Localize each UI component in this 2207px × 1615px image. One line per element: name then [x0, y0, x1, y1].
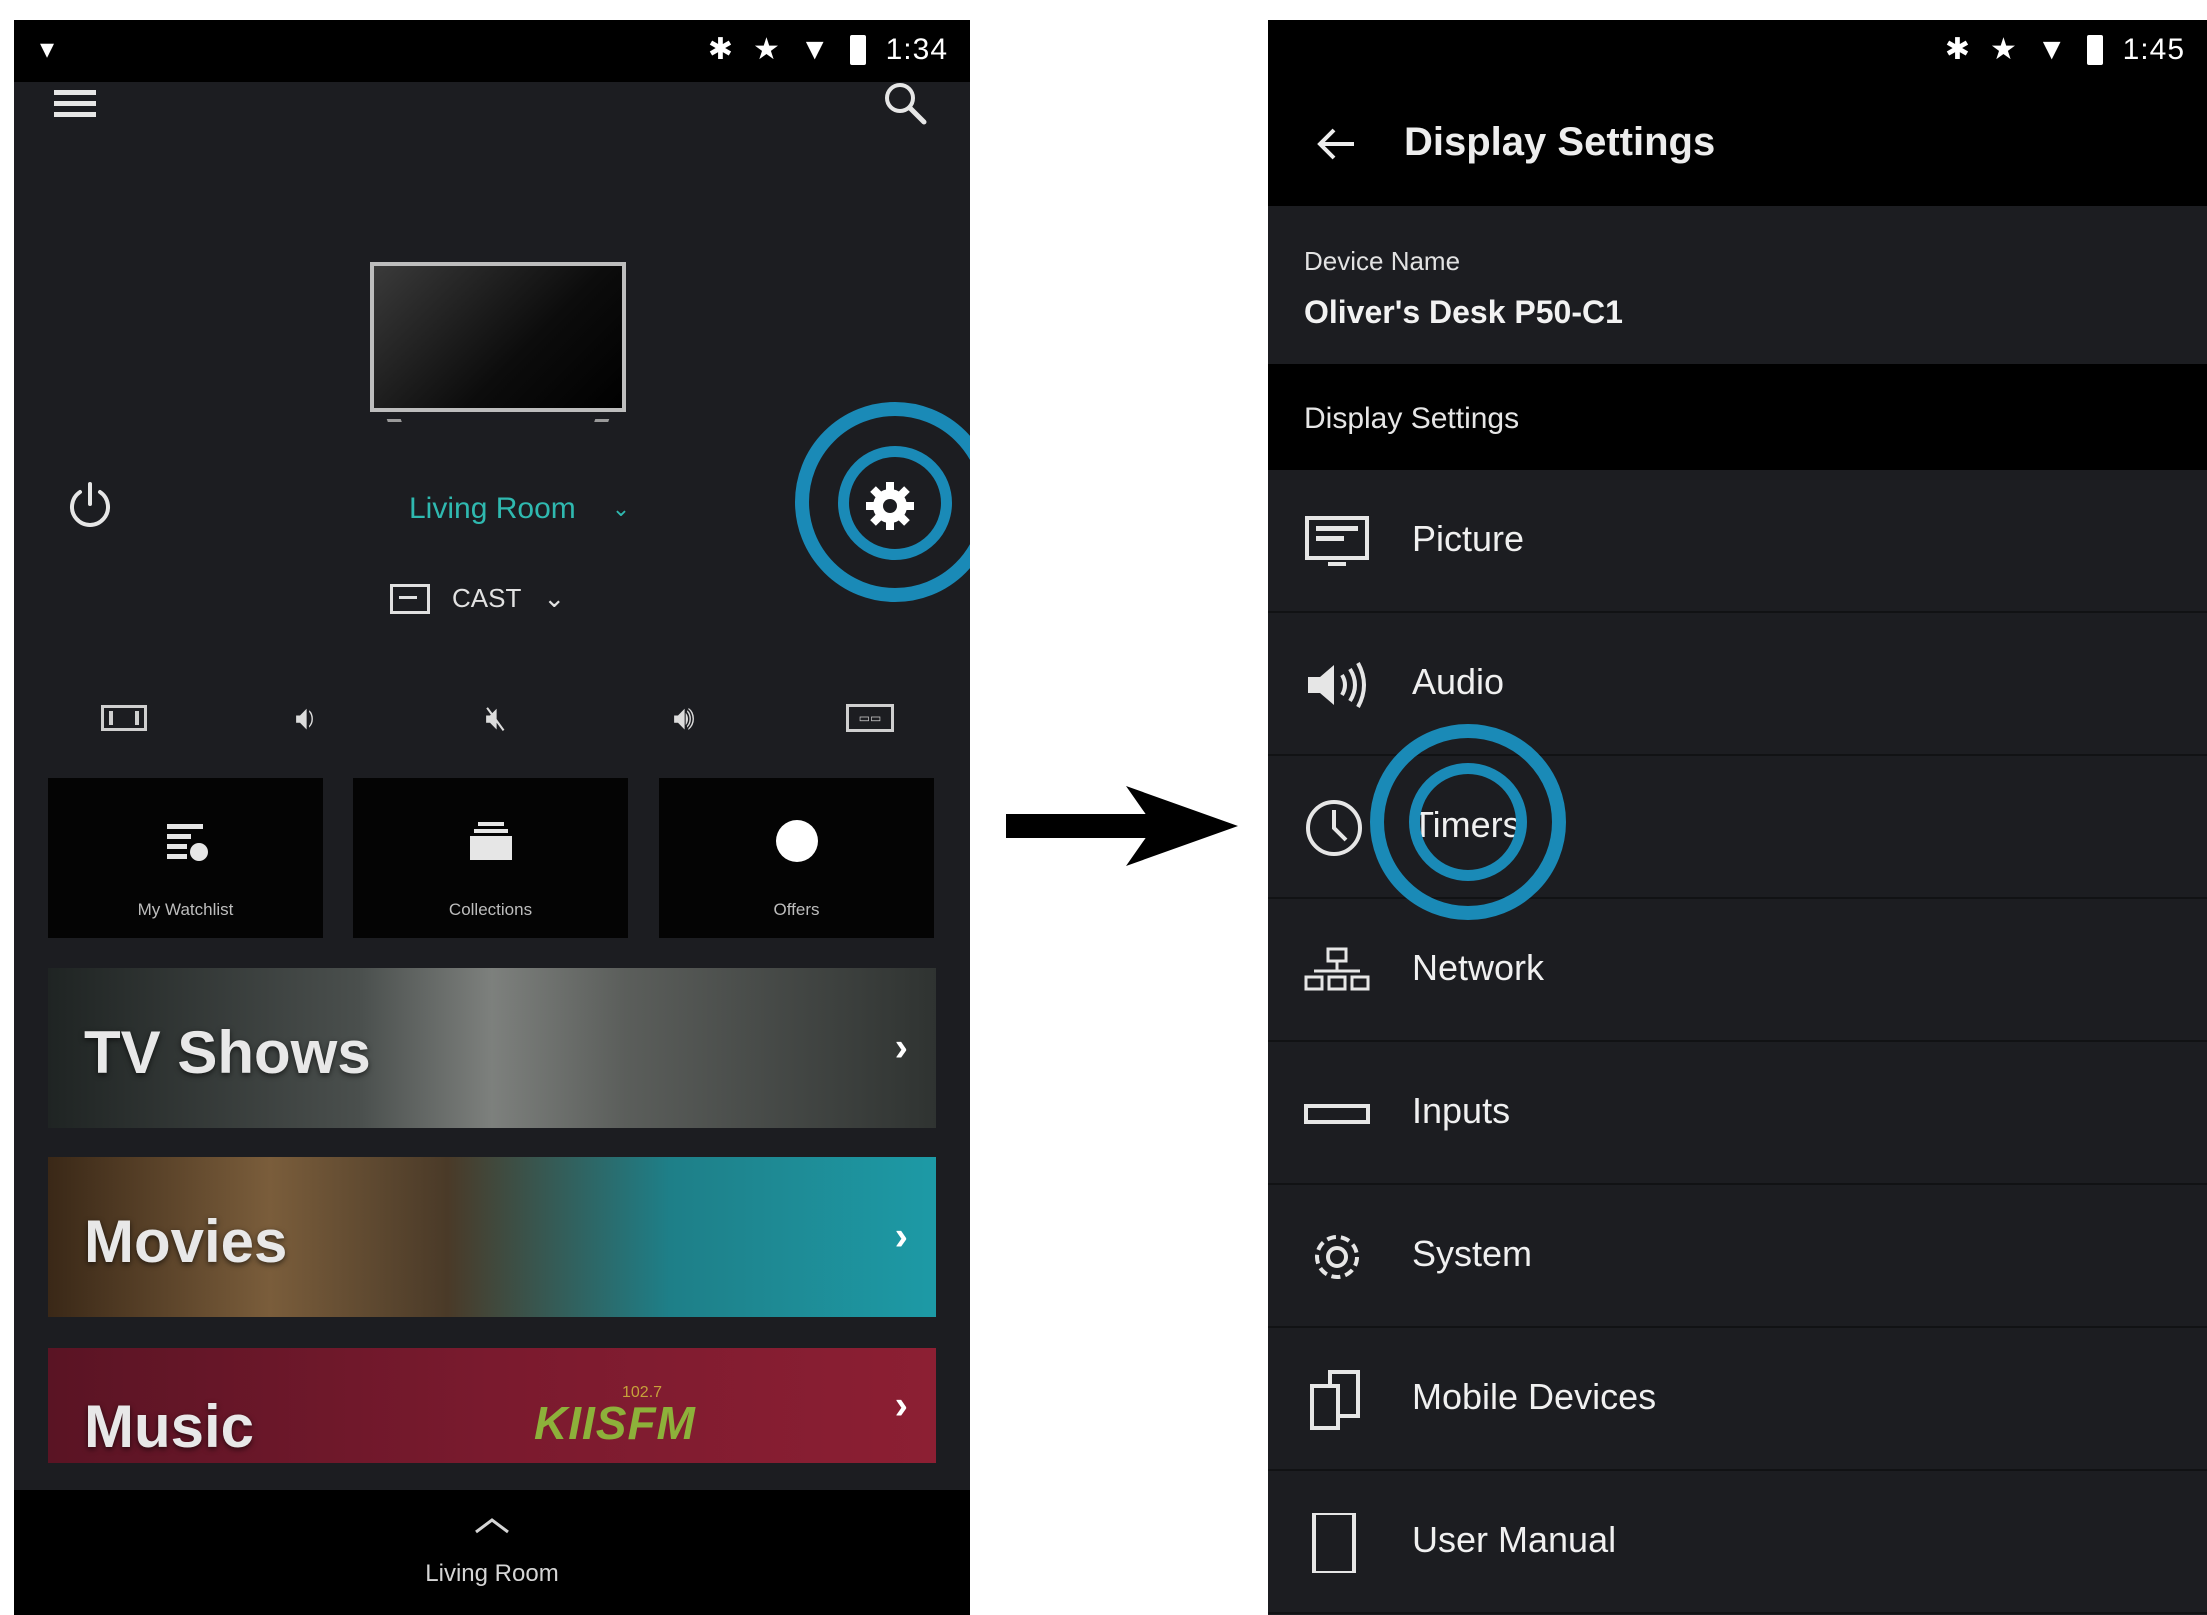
- tv-stand: [594, 412, 612, 422]
- phone-screen-display-settings: ✱ ★ ▼ 1:45 Display Settings Device Name …: [1268, 20, 2207, 1615]
- back-arrow-icon[interactable]: [1314, 122, 1358, 166]
- phone-screen-home: ▾ ✱ ★ ▼ 1:34 Living Room ⌄ CAST ⌄ 🔉︎ 🔇︎ …: [14, 20, 970, 1615]
- collections-icon: [469, 822, 512, 860]
- search-icon[interactable]: [880, 78, 928, 126]
- tile-label: My Watchlist: [137, 900, 234, 919]
- closed-captions-icon: ▭▭: [846, 704, 894, 732]
- offers-icon: [775, 820, 818, 862]
- bluetooth-icon: ✱: [707, 33, 733, 66]
- arrow-right-icon: [1006, 786, 1238, 866]
- bluetooth-icon: ✱: [1944, 33, 1970, 66]
- clock-icon: [1306, 800, 1362, 856]
- audio-icon: [1308, 662, 1366, 708]
- radio-logo: KIISFM: [534, 1397, 696, 1449]
- settings-item-network[interactable]: Network: [1268, 899, 2207, 1042]
- banner-movies[interactable]: Movies ›: [48, 1157, 936, 1317]
- device-name-block[interactable]: Device Name Oliver's Desk P50-C1: [1268, 206, 2207, 364]
- chevron-up-icon: [475, 1518, 509, 1534]
- status-bar: ▾ ✱ ★ ▼ 1:34: [14, 20, 970, 82]
- battery-icon: [2086, 34, 2103, 65]
- chevron-down-icon: ⌄: [543, 583, 566, 613]
- banner-tv-shows[interactable]: TV Shows ›: [48, 968, 936, 1128]
- settings-item-label: Audio: [1412, 661, 1505, 702]
- tile-label: Offers: [773, 900, 820, 919]
- highlight-ring: [1409, 763, 1527, 881]
- settings-item-audio[interactable]: Audio: [1268, 613, 2207, 756]
- captions-button[interactable]: ▭▭: [840, 688, 900, 748]
- remote-controls: 🔉︎ 🔇︎ 🔊︎ ▭▭: [14, 688, 970, 758]
- cast-label: CAST: [452, 583, 522, 613]
- status-time: 1:45: [2122, 32, 2185, 66]
- settings-item-mobile-devices[interactable]: Mobile Devices: [1268, 1328, 2207, 1471]
- status-bar: ✱ ★ ▼ 1:45: [1268, 20, 2207, 82]
- tile-collections[interactable]: Collections: [353, 778, 628, 938]
- chevron-down-icon: ⌄: [611, 496, 631, 521]
- section-label: Display Settings: [1304, 402, 1520, 435]
- tutorial-figure: ▾ ✱ ★ ▼ 1:34 Living Room ⌄ CAST ⌄ 🔉︎ 🔇︎ …: [0, 0, 2207, 1615]
- settings-item-label: System: [1412, 1233, 1533, 1274]
- aspect-ratio-button[interactable]: [94, 688, 154, 748]
- star-icon: ★: [1990, 33, 2017, 66]
- device-name-label: Device Name: [1304, 246, 1461, 276]
- settings-item-label: Picture: [1412, 518, 1525, 559]
- banner-title: TV Shows: [84, 1019, 371, 1086]
- tile-label: Collections: [448, 900, 533, 919]
- volume-down-icon: 🔉︎: [295, 698, 317, 737]
- banner-title: Music: [84, 1393, 255, 1460]
- gear-icon[interactable]: [862, 478, 918, 534]
- chevron-right-icon: ›: [894, 1383, 908, 1427]
- settings-item-user-manual[interactable]: User Manual: [1268, 1471, 2207, 1614]
- settings-item-system[interactable]: System: [1268, 1185, 2207, 1328]
- chevron-right-icon: ›: [894, 1025, 908, 1070]
- app-header: Display Settings: [1268, 82, 2207, 206]
- volume-down-button[interactable]: 🔉︎: [276, 688, 336, 748]
- cast-selector[interactable]: CAST ⌄: [390, 583, 565, 614]
- inputs-icon: [1304, 1104, 1370, 1124]
- battery-icon: [849, 34, 866, 65]
- bottom-bar[interactable]: Living Room: [14, 1490, 970, 1615]
- chevron-right-icon: ›: [894, 1214, 908, 1259]
- star-icon: ★: [753, 33, 780, 66]
- gear-icon: [1315, 1235, 1359, 1279]
- manual-icon: [1312, 1513, 1356, 1573]
- tile-offers[interactable]: Offers: [659, 778, 934, 938]
- section-header: Display Settings: [1268, 364, 2207, 470]
- mobile-devices-icon: [1310, 1370, 1360, 1430]
- bottom-bar-label: Living Room: [425, 1560, 559, 1587]
- power-icon[interactable]: [64, 480, 116, 532]
- settings-item-label: Network: [1412, 947, 1545, 988]
- wifi-icon: ▼: [799, 32, 830, 66]
- input-icon: [390, 583, 430, 614]
- hamburger-menu-icon[interactable]: [54, 90, 96, 120]
- picture-icon: [1305, 516, 1369, 566]
- watchlist-icon: [166, 824, 208, 861]
- mute-icon: 🔇︎: [485, 698, 507, 737]
- aspect-ratio-icon: [101, 705, 147, 731]
- room-selector[interactable]: Living Room ⌄: [409, 492, 630, 526]
- tv-image: [370, 262, 626, 412]
- mute-button[interactable]: 🔇︎: [466, 688, 526, 748]
- banner-title: Movies: [84, 1208, 288, 1275]
- status-time: 1:34: [885, 32, 948, 66]
- wifi-icon: ▼: [2036, 32, 2067, 66]
- room-label: Living Room: [409, 492, 576, 525]
- settings-item-label: Mobile Devices: [1412, 1376, 1657, 1417]
- tile-my-watchlist[interactable]: My Watchlist: [48, 778, 323, 938]
- device-name-value: Oliver's Desk P50-C1: [1304, 294, 1623, 330]
- banner-music[interactable]: Music 102.7 KIISFM ›: [48, 1348, 936, 1463]
- tv-stand: [384, 412, 402, 422]
- settings-item-inputs[interactable]: Inputs: [1268, 1042, 2207, 1185]
- page-title: Display Settings: [1404, 120, 1716, 164]
- settings-item-label: User Manual: [1412, 1519, 1617, 1560]
- network-icon: [1304, 947, 1370, 991]
- settings-item-label: Inputs: [1412, 1090, 1511, 1131]
- volume-up-icon: 🔊︎: [673, 698, 695, 737]
- settings-item-picture[interactable]: Picture: [1268, 470, 2207, 613]
- volume-up-button[interactable]: 🔊︎: [654, 688, 714, 748]
- wifi-icon: ▾: [40, 33, 55, 64]
